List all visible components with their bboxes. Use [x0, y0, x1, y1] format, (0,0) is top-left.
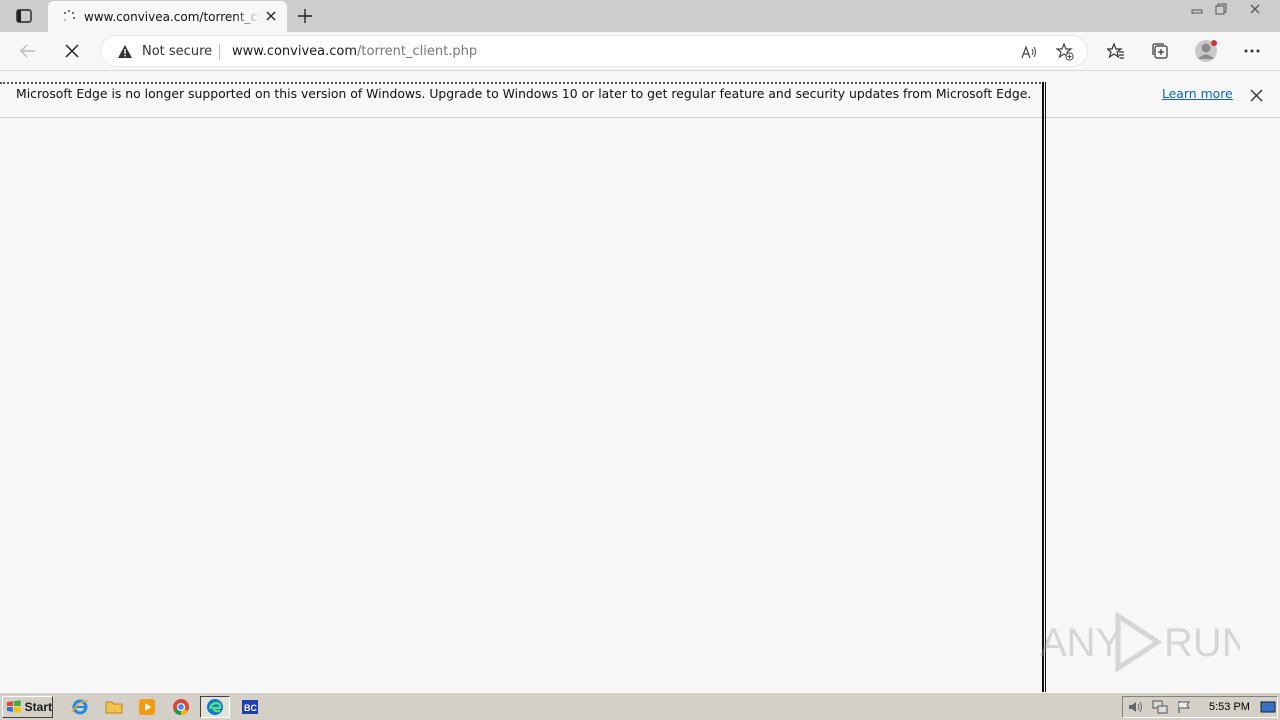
restore-icon — [1215, 3, 1227, 15]
stop-icon — [65, 44, 79, 58]
tray-network[interactable] — [1151, 699, 1169, 715]
page-border-top — [0, 82, 1044, 84]
page-content[interactable] — [0, 118, 1280, 692]
tab-close-button[interactable] — [263, 8, 279, 24]
browser-toolbar: Not secure www.convivea.com/torrent_clie… — [0, 32, 1280, 71]
close-icon — [266, 11, 276, 21]
favorites-icon — [1107, 43, 1124, 59]
tab-title: www.convivea.com/torrent_client.php — [84, 9, 260, 24]
internet-explorer-icon — [71, 699, 89, 715]
play-icon — [1115, 611, 1163, 673]
tab-active[interactable]: www.convivea.com/torrent_client.php — [48, 1, 287, 32]
new-tab-button[interactable] — [292, 4, 318, 28]
read-aloud-button[interactable] — [1017, 40, 1043, 64]
minimize-icon — [1191, 9, 1203, 14]
back-button[interactable] — [13, 36, 43, 66]
taskbar: Start BC 5:53 PM — [0, 692, 1280, 720]
watermark-text-right: RUN — [1164, 621, 1240, 665]
tab-actions-icon — [16, 9, 32, 23]
back-arrow-icon — [20, 44, 35, 58]
address-bar[interactable]: Not secure www.convivea.com/torrent_clie… — [100, 35, 1088, 67]
quicklaunch-chrome[interactable] — [169, 696, 193, 718]
taskbar-clock[interactable]: 5:53 PM — [1209, 701, 1250, 713]
chrome-icon — [173, 699, 189, 716]
restore-button[interactable] — [1208, 0, 1234, 18]
close-icon — [1250, 4, 1260, 14]
app-bc-icon: BC — [242, 700, 258, 714]
taskbar-edge-button[interactable] — [200, 696, 230, 718]
profile-button[interactable] — [1191, 36, 1221, 66]
tray-volume[interactable] — [1127, 699, 1145, 715]
address-separator — [219, 44, 220, 60]
url-text[interactable]: www.convivea.com/torrent_client.php — [232, 44, 477, 59]
star-add-icon — [1056, 43, 1074, 61]
edge-icon — [207, 699, 223, 715]
collections-icon — [1152, 43, 1168, 59]
settings-more-button[interactable] — [1237, 36, 1267, 66]
quicklaunch-internet-explorer[interactable] — [68, 696, 92, 718]
svg-text:BC: BC — [244, 703, 257, 713]
show-desktop-button[interactable] — [1259, 699, 1277, 715]
warning-icon — [118, 45, 132, 58]
start-label: Start — [24, 700, 52, 714]
start-button[interactable]: Start — [2, 696, 53, 718]
tab-actions-button[interactable] — [10, 5, 38, 27]
loading-spinner-icon — [62, 9, 76, 24]
quicklaunch-media-player[interactable] — [135, 696, 159, 718]
learn-more-link[interactable]: Learn more — [1162, 86, 1233, 101]
system-tray: 5:53 PM — [1122, 696, 1278, 718]
anyrun-watermark: ANY RUN — [1040, 611, 1240, 673]
desktop-icon — [1260, 701, 1276, 713]
tab-strip: www.convivea.com/torrent_client.php — [0, 0, 1280, 32]
security-status-label[interactable]: Not secure — [142, 44, 212, 59]
collections-button[interactable] — [1145, 36, 1175, 66]
plus-icon — [298, 9, 312, 23]
read-aloud-icon — [1021, 45, 1036, 59]
media-player-icon — [139, 699, 155, 715]
network-icon — [1152, 700, 1168, 714]
url-path: /torrent_client.php — [357, 44, 478, 59]
favorites-button[interactable] — [1101, 36, 1131, 66]
infobar-close-button[interactable] — [1247, 86, 1265, 104]
watermark-text-left: ANY — [1040, 621, 1122, 665]
avatar-icon — [1195, 40, 1217, 62]
close-icon — [1250, 89, 1262, 101]
taskbar-app-button[interactable]: BC — [236, 696, 264, 718]
window-close-button[interactable] — [1240, 0, 1270, 18]
more-icon — [1244, 49, 1260, 53]
unsupported-os-infobar: Microsoft Edge is no longer supported on… — [0, 72, 1280, 118]
stop-loading-button[interactable] — [57, 36, 87, 66]
folder-icon — [105, 701, 123, 714]
minimize-button[interactable] — [1184, 0, 1210, 18]
speaker-icon — [1129, 701, 1142, 713]
url-host: www.convivea.com — [232, 44, 358, 59]
quicklaunch-explorer[interactable] — [102, 696, 126, 718]
tray-action-center[interactable] — [1175, 699, 1193, 715]
page-border-right — [1042, 82, 1046, 692]
add-favorite-button[interactable] — [1052, 40, 1078, 64]
infobar-message: Microsoft Edge is no longer supported on… — [16, 86, 1032, 101]
flag-icon — [1178, 701, 1190, 713]
windows-logo-icon — [6, 700, 21, 713]
